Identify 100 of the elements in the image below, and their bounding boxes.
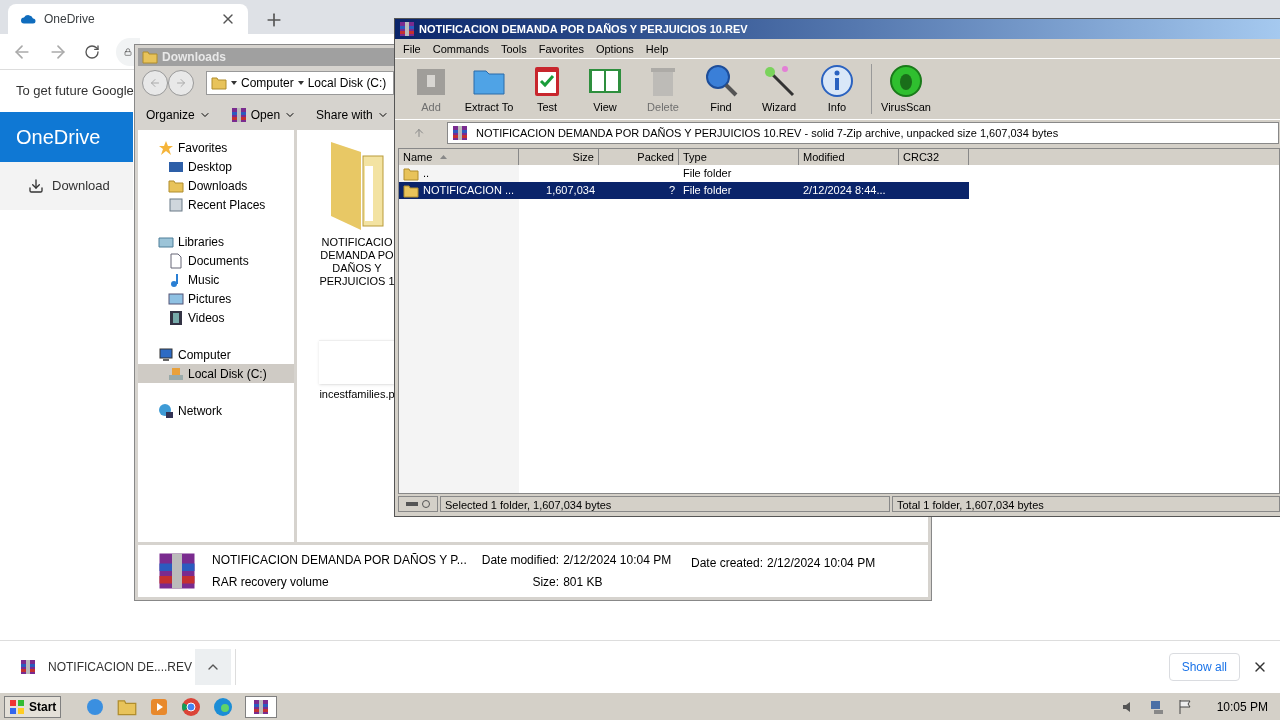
status-text: Selected 1 folder, 1,607,034 bytes [440, 496, 890, 512]
star-icon [158, 139, 174, 156]
menu-item[interactable]: Tools [501, 40, 527, 58]
nav-label: Favorites [178, 139, 228, 157]
download-item[interactable]: NOTIFICACION DE....REV [0, 648, 195, 685]
archive-icon [230, 107, 247, 123]
nav-label: Videos [188, 309, 225, 327]
file-name[interactable]: incestfamilies.p [319, 388, 395, 401]
menu-item[interactable]: Favorites [538, 40, 584, 58]
disk-icon [168, 365, 184, 382]
nav-item[interactable]: Desktop [138, 157, 294, 176]
cloud-icon [20, 13, 36, 25]
media-player-icon[interactable] [149, 696, 170, 717]
nav-item[interactable]: Local Disk (C:) [138, 364, 294, 383]
nav-item[interactable]: Pictures [138, 289, 294, 308]
nav-label: Computer [178, 346, 231, 364]
nav-item[interactable]: Recent Places [138, 195, 294, 214]
nav-label: Music [188, 271, 220, 289]
caret-icon [297, 81, 304, 85]
table-cell-text: ? [668, 183, 675, 199]
folder-icon [403, 165, 419, 182]
nav-label: Documents [188, 252, 249, 270]
nav-item[interactable]: Network [138, 401, 294, 420]
nav-label: Network [178, 402, 222, 420]
nav-item[interactable]: Downloads [138, 176, 294, 195]
nav-item[interactable]: Libraries [138, 232, 294, 251]
start-button[interactable]: Start [4, 695, 62, 718]
table-cell-text: 1,607,034 [546, 183, 595, 199]
toolbar-button[interactable]: Info [809, 62, 865, 116]
table-cell-text: 2/12/2024 8:44... [803, 183, 886, 199]
nav-item[interactable]: Favorites [138, 138, 294, 157]
toolbar-button[interactable]: Wizard [751, 62, 807, 116]
film-icon [168, 309, 184, 326]
menu-item[interactable]: Help [645, 40, 669, 58]
taskbar-button[interactable] [245, 695, 278, 718]
nav-item[interactable]: Videos [138, 308, 294, 327]
address-field[interactable]: Computer Local Disk (C:) [206, 71, 394, 95]
breadcrumb[interactable]: Computer [231, 74, 294, 92]
field-value: 2/12/2024 10:04 PM [563, 552, 673, 569]
command-button[interactable]: Share with [316, 106, 389, 124]
menu-item[interactable]: File [403, 40, 421, 58]
archive-icon [399, 21, 415, 37]
expand-button[interactable] [195, 648, 231, 685]
document-icon [168, 252, 184, 269]
breadcrumb[interactable]: Local Disk (C:) [297, 74, 387, 92]
caret-icon [231, 81, 237, 85]
toolbar-button[interactable]: Extract To [461, 62, 517, 116]
command-button[interactable]: Open [230, 106, 297, 124]
show-all-button[interactable]: Show all [1168, 652, 1240, 681]
magnifier-icon [703, 62, 739, 99]
back-icon [149, 77, 161, 89]
table-cell-text: NOTIFICACION ... [423, 183, 515, 199]
forward-button[interactable] [168, 70, 194, 96]
sort-arrow-icon [440, 155, 448, 159]
notice-text: To get future Google [16, 82, 134, 101]
arrow-up-icon [413, 127, 425, 139]
flag-icon[interactable] [1176, 698, 1193, 715]
table-cell-text: File folder [683, 183, 732, 199]
file-name[interactable]: NOTIFICACIO DEMANDA PO DAÑOS Y PERJUICIOS 1 [319, 236, 395, 288]
nav-item[interactable]: Music [138, 270, 294, 289]
toolbar-button[interactable]: VirusScan [878, 62, 934, 116]
path-field[interactable]: NOTIFICACION DEMANDA POR DAÑOS Y PERJUICIOS 10.REV - solid 7-Zip archive, unpacked size 1,607,034 bytes [447, 122, 1279, 144]
pictures-icon [168, 290, 184, 307]
network-icon[interactable] [1148, 698, 1165, 715]
file-row[interactable]: .. File folder [399, 165, 969, 182]
toolbar-button[interactable]: Find [693, 62, 749, 116]
nav-label: Downloads [188, 177, 248, 195]
drive-icon [398, 496, 438, 512]
nav-label: Libraries [178, 233, 225, 251]
window-title: Downloads [162, 49, 226, 66]
archive-icon [452, 125, 468, 141]
toolbar-button[interactable]: Test [519, 62, 575, 116]
browser-tab[interactable]: OneDrive [8, 4, 248, 34]
table-cell-text: File folder [683, 166, 732, 182]
folder-icon [211, 75, 227, 91]
forward-icon [175, 77, 187, 89]
field-value: 801 KB [563, 574, 604, 591]
file-row[interactable]: NOTIFICACION ... 1,607,034 ? File folder 2/12/2024 8:44... [399, 182, 969, 199]
lock-icon [124, 45, 132, 58]
field-label: Size: [531, 574, 560, 591]
nav-item[interactable]: Documents [138, 251, 294, 270]
chrome-icon[interactable] [181, 696, 202, 717]
nav-label: Local Disk (C:) [188, 365, 267, 383]
nav-label: Recent Places [188, 196, 266, 214]
nav-label: Pictures [188, 290, 232, 308]
menu-item[interactable]: Commands [432, 40, 489, 58]
back-button[interactable] [142, 70, 168, 96]
archive-icon [20, 658, 36, 675]
computer-icon [158, 346, 174, 363]
info-icon [819, 62, 855, 99]
toolbar-button[interactable]: View [577, 62, 633, 116]
menu-item[interactable]: Options [595, 40, 634, 58]
file-type: RAR recovery volume [212, 574, 330, 591]
command-button[interactable]: Organize [146, 106, 211, 124]
nav-item[interactable]: Computer [138, 345, 294, 364]
reload-icon[interactable] [84, 43, 100, 60]
nav-label: Desktop [188, 158, 233, 176]
archive-icon [253, 698, 270, 715]
clock: 10:05 PM [1216, 698, 1268, 716]
download-icon [28, 178, 44, 194]
